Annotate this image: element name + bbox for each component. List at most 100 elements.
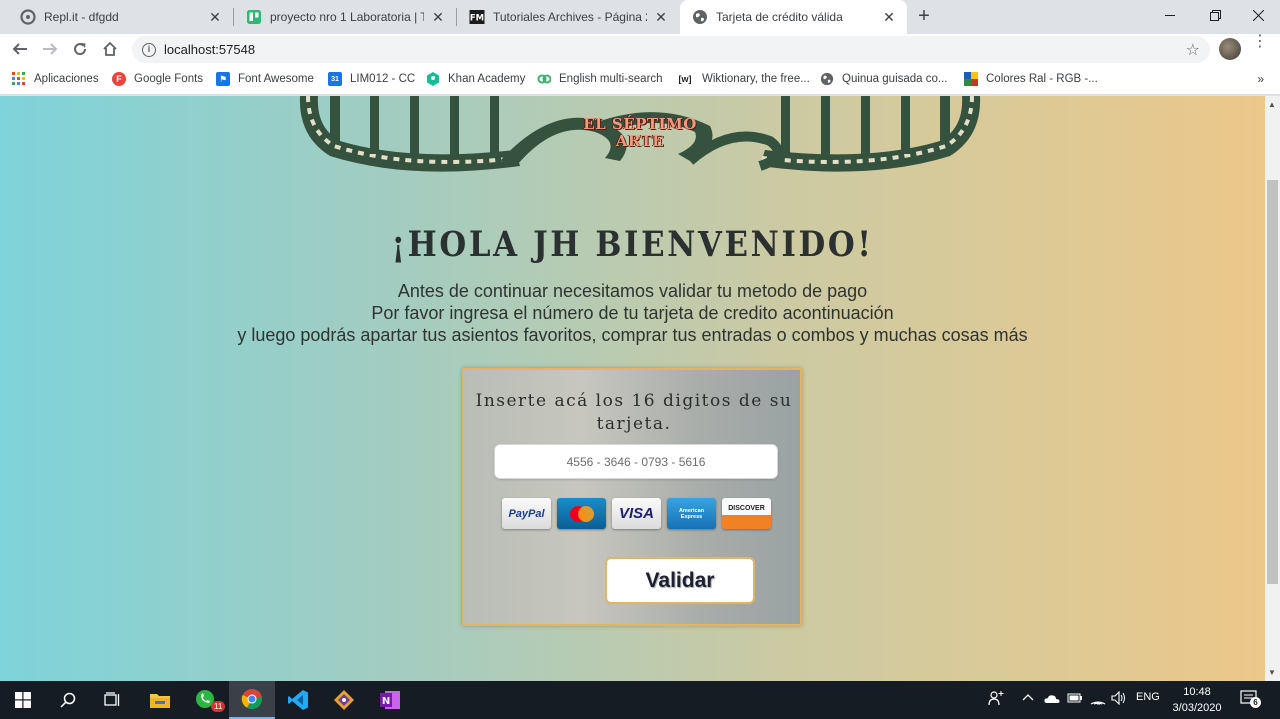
- validate-button[interactable]: Validar: [605, 557, 755, 604]
- logo-title: EL SÉPTIMO ARTE: [583, 115, 697, 150]
- wiktionary-icon: [w]: [678, 74, 692, 84]
- bookmark-label: LIM012 - CC: [350, 73, 416, 85]
- sourcetree-icon[interactable]: [321, 681, 367, 719]
- people-icon[interactable]: [988, 690, 1004, 709]
- browser-tab-strip: Repl.it - dfgdd ✕ proyecto nro 1 Laborat…: [0, 0, 1280, 34]
- tab-title: Tutoriales Archives - Página 2 de: [493, 10, 647, 24]
- vscode-icon[interactable]: [275, 681, 321, 719]
- tab-trello[interactable]: proyecto nro 1 Laboratoria | Trello ✕: [234, 0, 456, 34]
- notifications-icon[interactable]: 6: [1240, 690, 1261, 708]
- address-text: localhost:57548: [164, 42, 256, 57]
- calendar-icon: 31: [328, 72, 342, 86]
- globe-icon: [820, 72, 834, 86]
- discover-logo-icon: DISCOVER: [722, 498, 771, 529]
- bookmarks-overflow-icon[interactable]: »: [1257, 72, 1264, 86]
- khan-academy-icon: [426, 72, 440, 86]
- scrollbar-thumb[interactable]: [1267, 180, 1278, 584]
- browser-toolbar: i localhost:57548 ☆ ⋮: [0, 34, 1280, 64]
- bookmark-google-fonts[interactable]: F Google Fonts: [112, 70, 203, 88]
- paypal-logo-icon: PayPal: [502, 498, 551, 529]
- bookmark-label: Quinua guisada co...: [842, 73, 948, 85]
- bookmark-quinua[interactable]: Quinua guisada co...: [820, 70, 948, 88]
- tab-replit[interactable]: Repl.it - dfgdd ✕: [8, 0, 233, 34]
- bookmark-aplicaciones[interactable]: Aplicaciones: [12, 70, 99, 88]
- page-scrollbar[interactable]: ▲ ▼: [1265, 96, 1280, 681]
- tab-title: Repl.it - dfgdd: [44, 10, 119, 24]
- visa-logo-icon: VISA: [612, 498, 661, 529]
- tab-close-icon[interactable]: ✕: [430, 9, 446, 25]
- card-number-input[interactable]: [494, 444, 778, 479]
- address-bar[interactable]: i localhost:57548 ☆: [132, 36, 1210, 63]
- notifications-count: 6: [1250, 697, 1261, 708]
- svg-text:N: N: [382, 696, 390, 707]
- battery-icon[interactable]: [1067, 692, 1083, 707]
- tray-chevron-up-icon[interactable]: [1022, 691, 1034, 705]
- svg-text:FM: FM: [470, 14, 484, 24]
- volume-icon[interactable]: [1111, 690, 1127, 708]
- restore-window-icon[interactable]: [1193, 0, 1237, 30]
- bookmark-english-multi-search[interactable]: English multi-search: [537, 70, 663, 88]
- chrome-icon[interactable]: [229, 681, 275, 719]
- home-icon[interactable]: [98, 37, 122, 61]
- bookmark-label: Wiktionary, the free...: [702, 73, 810, 85]
- bookmark-khan-academy[interactable]: Khan Academy: [426, 70, 525, 88]
- file-explorer-icon[interactable]: [137, 681, 183, 719]
- accepted-cards: PayPal VISA American Express DISCOVER: [502, 498, 772, 530]
- close-window-icon[interactable]: [1236, 0, 1280, 30]
- intro-line: Antes de continuar necesitamos validar t…: [397, 281, 868, 301]
- bookmark-wiktionary[interactable]: [w] Wiktionary, the free...: [676, 70, 810, 88]
- clock-time: 10:48: [1183, 686, 1211, 698]
- language-indicator[interactable]: ENG: [1136, 691, 1160, 703]
- reload-icon[interactable]: [68, 37, 92, 61]
- tab-tutoriales[interactable]: FM Tutoriales Archives - Página 2 de ✕: [457, 0, 679, 34]
- whatsapp-icon[interactable]: 11: [183, 681, 229, 719]
- onedrive-cloud-icon[interactable]: [1044, 693, 1060, 707]
- tab-title: proyecto nro 1 Laboratoria | Trello: [270, 10, 424, 24]
- system-clock[interactable]: 10:48 3/03/2020: [1168, 684, 1226, 716]
- bookmark-label: Colores Ral - RGB -...: [986, 73, 1098, 85]
- apps-grid-icon: [12, 72, 26, 86]
- tab-close-icon[interactable]: ✕: [881, 9, 897, 25]
- profile-avatar[interactable]: [1219, 38, 1241, 60]
- browser-menu-icon[interactable]: ⋮: [1252, 34, 1268, 50]
- site-info-icon[interactable]: i: [142, 42, 156, 57]
- bookmarks-bar: Aplicaciones F Google Fonts ⚑ Font Aweso…: [0, 64, 1280, 95]
- task-view-icon[interactable]: [90, 681, 136, 719]
- american-express-logo-icon: American Express: [667, 498, 716, 529]
- onenote-icon[interactable]: N: [367, 681, 413, 719]
- trello-icon: [246, 9, 262, 25]
- bookmark-label: Khan Academy: [448, 73, 526, 85]
- card-validation-form: Inserte acá los 16 digitos de su tarjeta…: [462, 368, 802, 626]
- intro-line: y luego podrás apartar tus asientos favo…: [237, 325, 1028, 345]
- bookmark-colores-ral[interactable]: Colores Ral - RGB -...: [964, 70, 1098, 88]
- new-tab-button[interactable]: +: [912, 5, 936, 29]
- wifi-icon[interactable]: [1090, 691, 1106, 708]
- minimize-window-icon[interactable]: [1148, 0, 1192, 30]
- intro-line: Por favor ingresa el número de tu tarjet…: [371, 303, 894, 323]
- forward-arrow-icon[interactable]: [38, 37, 62, 61]
- windows-start-icon[interactable]: [0, 681, 46, 719]
- font-awesome-flag-icon: ⚑: [216, 72, 230, 86]
- bookmark-label: Font Awesome: [238, 73, 314, 85]
- tab-close-icon[interactable]: ✕: [653, 9, 669, 25]
- search-icon[interactable]: [45, 681, 91, 719]
- intro-paragraph: Antes de continuar necesitamos validar t…: [0, 280, 1265, 346]
- globe-icon: [692, 9, 708, 25]
- bookmark-font-awesome[interactable]: ⚑ Font Awesome: [216, 70, 314, 88]
- fm-icon: FM: [469, 9, 485, 25]
- scroll-down-icon[interactable]: ▼: [1268, 668, 1276, 677]
- card-form-title: Inserte acá los 16 digitos de su tarjeta…: [475, 391, 793, 434]
- replit-icon: [20, 9, 36, 25]
- mastercard-logo-icon: [557, 498, 606, 529]
- clock-date: 3/03/2020: [1172, 702, 1222, 714]
- multi-search-icon: [537, 72, 551, 86]
- tab-close-icon[interactable]: ✕: [207, 9, 223, 25]
- scroll-up-icon[interactable]: ▲: [1268, 100, 1276, 109]
- bookmark-star-icon[interactable]: ☆: [1186, 40, 1200, 60]
- bookmark-lim012[interactable]: 31 LIM012 - CC: [328, 70, 415, 88]
- whatsapp-badge: 11: [211, 701, 226, 712]
- google-fonts-icon: F: [112, 72, 126, 86]
- back-arrow-icon[interactable]: [8, 37, 32, 61]
- ral-colors-icon: [964, 72, 978, 86]
- tab-tarjeta-active[interactable]: Tarjeta de crédito válida ✕: [680, 0, 907, 34]
